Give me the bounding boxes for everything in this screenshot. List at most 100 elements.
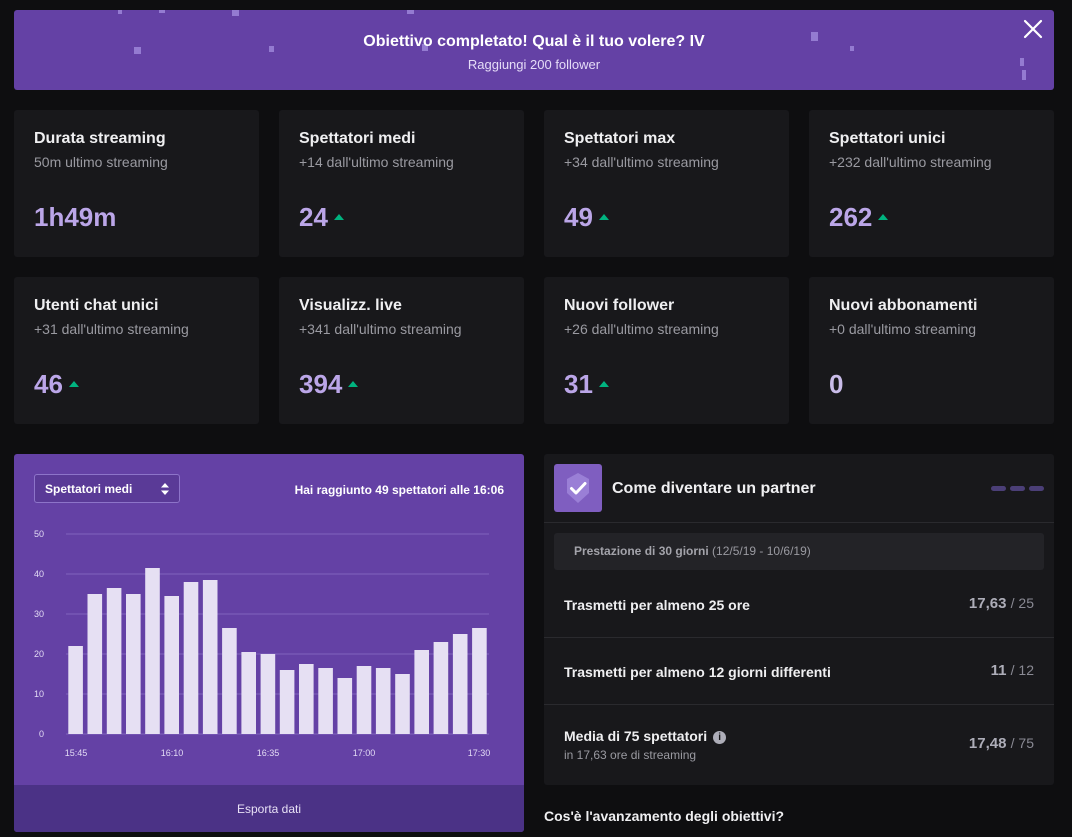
chart-bar[interactable]: [87, 594, 103, 734]
stat-title: Nuovi follower: [564, 297, 675, 314]
chart-bar[interactable]: [337, 678, 353, 734]
stat-title: Spettatori max: [564, 130, 676, 147]
confetti: [159, 10, 165, 13]
chart-bar[interactable]: [356, 666, 372, 734]
goal-progress-faq-link[interactable]: Cos'è l'avanzamento degli obiettivi?: [544, 808, 784, 824]
stat-value: 394: [299, 369, 359, 400]
period-label: Prestazione di 30 giorni: [574, 544, 709, 558]
requirement-value: 17,48 / 75: [968, 735, 1034, 752]
stat-card-unique-chatters: Utenti chat unici +31 dall'ultimo stream…: [14, 277, 259, 424]
partner-progress-panel: Come diventare un partner Prestazione di…: [544, 454, 1054, 785]
period-range: (12/5/19 - 10/6/19): [712, 544, 811, 558]
stat-title: Utenti chat unici: [34, 297, 159, 314]
stat-subtitle: +341 dall'ultimo streaming: [299, 321, 462, 337]
stat-card-average-viewers: Spettatori medi +14 dall'ultimo streamin…: [279, 110, 524, 257]
x-tick-label: 16:35: [257, 748, 280, 758]
requirement-label: Trasmetti per almeno 12 giorni different…: [564, 664, 831, 680]
check-icon: [567, 473, 589, 503]
peak-viewers-note: Hai raggiunto 49 spettatori alle 16:06: [294, 483, 504, 497]
partner-title: Come diventare un partner: [612, 480, 816, 497]
trend-up-icon: [598, 213, 609, 220]
chart-bar[interactable]: [164, 596, 179, 734]
requirement-value: 17,63 / 25: [968, 595, 1034, 612]
viewers-bar-chart: 0 10 20 30 40 50 15:45 16:10 16:35 17:00 17:30: [34, 529, 491, 758]
chart-bar[interactable]: [145, 568, 160, 734]
requirement-label: Media di 75 spettatori i: [564, 728, 727, 744]
chart-bar[interactable]: [395, 674, 410, 734]
banner-subtitle: Raggiungi 200 follower: [467, 57, 601, 72]
stat-card-max-viewers: Spettatori max +34 dall'ultimo streaming…: [544, 110, 789, 257]
chart-bar[interactable]: [68, 646, 83, 734]
requirement-value: 11 / 12: [990, 662, 1034, 679]
y-tick-label: 50: [34, 529, 44, 539]
stat-title: Spettatori unici: [829, 130, 946, 147]
chart-bar[interactable]: [318, 668, 333, 734]
confetti: [232, 10, 239, 16]
requirement-row: Trasmetti per almeno 25 ore 17,63 / 25: [544, 570, 1054, 637]
chart-bar[interactable]: [222, 628, 237, 734]
goal-banner: Obiettivo completato! Qual è il tuo vole…: [14, 10, 1054, 90]
requirement-row: Media di 75 spettatori i in 17,63 ore di …: [544, 704, 1054, 785]
stat-card-new-followers: Nuovi follower +26 dall'ultimo streaming…: [544, 277, 789, 424]
stat-title: Spettatori medi: [299, 130, 416, 147]
info-icon[interactable]: i: [713, 731, 727, 744]
banner-title: Obiettivo completato! Qual è il tuo vole…: [363, 33, 705, 50]
stat-value: 31: [564, 369, 609, 400]
trend-up-icon: [333, 213, 344, 220]
chart-bar[interactable]: [472, 628, 487, 734]
metric-select[interactable]: Spettatori medi: [34, 474, 180, 503]
chart-bar[interactable]: [452, 634, 468, 734]
y-tick-label: 40: [34, 569, 44, 579]
stat-value: 0: [829, 369, 844, 399]
trend-up-icon: [878, 213, 889, 220]
trend-up-icon: [68, 380, 79, 387]
stat-card-new-subscriptions: Nuovi abbonamenti +0 dall'ultimo streami…: [809, 277, 1054, 424]
chart-bar[interactable]: [202, 580, 218, 734]
stat-value: 46: [34, 369, 79, 400]
stat-title: Nuovi abbonamenti: [829, 297, 978, 314]
progress-dashes: [991, 486, 1044, 491]
x-tick-label: 15:45: [65, 748, 88, 758]
stat-value: 49: [564, 202, 609, 233]
stat-subtitle: +232 dall'ultimo streaming: [829, 154, 992, 170]
stat-card-unique-viewers: Spettatori unici +232 dall'ultimo stream…: [809, 110, 1054, 257]
requirement-sublabel: in 17,63 ore di streaming: [564, 748, 697, 762]
chart-bar[interactable]: [183, 582, 199, 734]
stat-subtitle: +31 dall'ultimo streaming: [34, 321, 189, 337]
y-tick-label: 30: [34, 609, 44, 619]
chart-bar[interactable]: [126, 594, 141, 734]
stat-subtitle: +0 dall'ultimo streaming: [829, 321, 977, 337]
chart-bar[interactable]: [241, 652, 256, 734]
export-data-button[interactable]: Esporta dati: [14, 785, 524, 832]
chart-bar[interactable]: [106, 588, 122, 734]
metric-select-value: Spettatori medi: [45, 482, 133, 496]
stat-subtitle: +34 dall'ultimo streaming: [564, 154, 719, 170]
divider: [544, 522, 1054, 523]
y-tick-label: 0: [39, 729, 44, 739]
stat-title: Durata streaming: [34, 130, 166, 147]
chart-bar[interactable]: [279, 670, 295, 734]
x-tick-label: 17:00: [353, 748, 376, 758]
chart-bar[interactable]: [433, 642, 449, 734]
x-tick-label: 16:10: [161, 748, 184, 758]
close-button[interactable]: [1020, 16, 1046, 42]
close-icon: [1023, 19, 1043, 39]
chart-bar[interactable]: [260, 654, 276, 734]
partner-badge: [554, 464, 602, 512]
trend-up-icon: [598, 380, 609, 387]
stat-card-stream-duration: Durata streaming 50m ultimo streaming 1h…: [14, 110, 259, 257]
x-tick-label: 17:30: [468, 748, 491, 758]
y-tick-label: 10: [34, 689, 44, 699]
trend-up-icon: [348, 380, 359, 387]
chart-bar[interactable]: [375, 668, 391, 734]
stat-subtitle: +26 dall'ultimo streaming: [564, 321, 719, 337]
chart-bar[interactable]: [299, 664, 314, 734]
stat-subtitle: +14 dall'ultimo streaming: [299, 154, 454, 170]
chart-bar[interactable]: [414, 650, 429, 734]
confetti: [118, 10, 122, 14]
stat-value: 24: [299, 202, 344, 233]
sort-arrows-icon: [161, 483, 169, 495]
stat-title: Visualizz. live: [299, 297, 402, 314]
requirement-label: Trasmetti per almeno 25 ore: [564, 597, 750, 613]
requirement-row: Trasmetti per almeno 12 giorni different…: [544, 637, 1054, 704]
